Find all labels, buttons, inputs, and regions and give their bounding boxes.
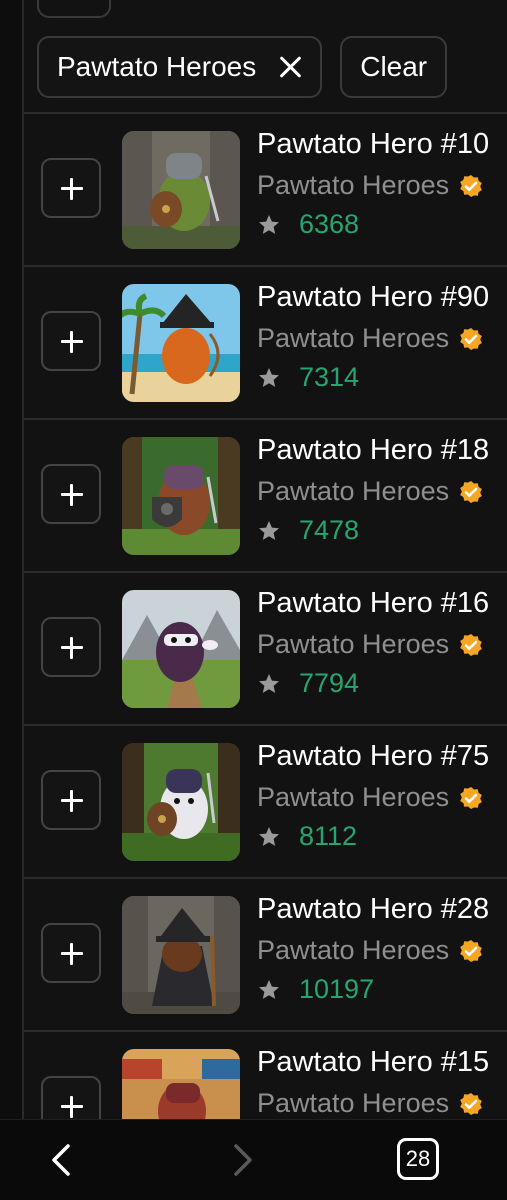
star-icon: [259, 367, 279, 387]
star-icon: [259, 520, 279, 540]
nft-thumbnail[interactable]: [122, 284, 240, 402]
collection-name: Pawtato Heroes: [257, 1088, 450, 1118]
item-collection: Pawtato Heroes: [257, 629, 483, 660]
rank-value: 7478: [299, 515, 360, 545]
star-icon: [259, 214, 279, 234]
tab-switcher-button[interactable]: 28: [397, 1138, 439, 1180]
list-item[interactable]: Pawtato Hero #28 Pawtato Heroes 10197: [24, 879, 507, 1032]
plus-icon[interactable]: [41, 158, 101, 218]
filter-row: Pawtato Heroes Clear: [37, 36, 507, 98]
browser-bottom-bar: 28: [0, 1119, 507, 1200]
plus-icon[interactable]: [41, 311, 101, 371]
chevron-left-icon[interactable]: [40, 1138, 84, 1182]
nft-list: Pawtato Hero #10 Pawtato Heroes 6368 Paw…: [24, 112, 507, 1122]
rank-value: 8112: [299, 821, 358, 851]
nft-thumbnail[interactable]: [122, 590, 240, 708]
rarity-rank: 7478: [257, 515, 359, 546]
item-title: Pawtato Hero #16: [257, 587, 490, 619]
collapsed-control[interactable]: [37, 0, 111, 18]
list-item[interactable]: Pawtato Hero #15 Pawtato Heroes: [24, 1032, 507, 1122]
item-title: Pawtato Hero #15: [257, 1046, 490, 1078]
item-title: Pawtato Hero #18: [257, 434, 490, 466]
left-rail: [0, 0, 24, 1120]
nft-thumbnail[interactable]: [122, 131, 240, 249]
close-icon[interactable]: [278, 55, 302, 79]
collection-filter-chip[interactable]: Pawtato Heroes: [37, 36, 323, 98]
plus-icon[interactable]: [41, 770, 101, 830]
item-title: Pawtato Hero #90: [257, 281, 490, 313]
nft-thumbnail[interactable]: [122, 437, 240, 555]
verified-badge-icon: [460, 786, 482, 809]
plus-icon[interactable]: [41, 464, 101, 524]
plus-icon[interactable]: [41, 617, 101, 677]
rank-value: 10197: [299, 974, 375, 1004]
plus-icon[interactable]: [41, 923, 101, 983]
clear-filters-button[interactable]: Clear: [340, 36, 448, 98]
verified-badge-icon: [460, 1092, 482, 1115]
filter-chip-label: Pawtato Heroes: [57, 51, 257, 82]
item-title: Pawtato Hero #10: [257, 128, 490, 160]
star-icon: [259, 826, 279, 846]
item-title: Pawtato Hero #28: [257, 893, 490, 925]
list-item[interactable]: Pawtato Hero #75 Pawtato Heroes 8112: [24, 726, 507, 879]
rarity-rank: 7314: [257, 362, 359, 393]
collection-name: Pawtato Heroes: [257, 629, 450, 659]
verified-badge-icon: [460, 480, 482, 503]
verified-badge-icon: [460, 939, 482, 962]
collection-name: Pawtato Heroes: [257, 323, 450, 353]
rarity-rank: 7794: [257, 668, 359, 699]
list-item[interactable]: Pawtato Hero #18 Pawtato Heroes 7478: [24, 420, 507, 573]
item-collection: Pawtato Heroes: [257, 1088, 483, 1119]
star-icon: [259, 673, 279, 693]
item-collection: Pawtato Heroes: [257, 935, 483, 966]
rank-value: 7314: [299, 362, 360, 392]
list-item[interactable]: Pawtato Hero #16 Pawtato Heroes 7794: [24, 573, 507, 726]
item-collection: Pawtato Heroes: [257, 782, 483, 813]
clear-label: Clear: [360, 51, 428, 82]
item-collection: Pawtato Heroes: [257, 170, 483, 201]
collection-name: Pawtato Heroes: [257, 782, 450, 812]
item-collection: Pawtato Heroes: [257, 476, 483, 507]
chevron-right-icon[interactable]: [220, 1138, 264, 1182]
rank-value: 6368: [299, 209, 360, 239]
item-title: Pawtato Hero #75: [257, 740, 490, 772]
rank-value: 7794: [299, 668, 360, 698]
rarity-rank: 8112: [257, 821, 357, 852]
verified-badge-icon: [460, 174, 482, 197]
tab-count-value: 28: [405, 1146, 431, 1171]
list-item[interactable]: Pawtato Hero #10 Pawtato Heroes 6368: [24, 114, 507, 267]
collection-name: Pawtato Heroes: [257, 170, 450, 200]
rarity-rank: 10197: [257, 974, 374, 1005]
rarity-rank: 6368: [257, 209, 359, 240]
star-icon: [259, 979, 279, 999]
verified-badge-icon: [460, 327, 482, 350]
nft-thumbnail[interactable]: [122, 743, 240, 861]
collection-name: Pawtato Heroes: [257, 476, 450, 506]
collection-name: Pawtato Heroes: [257, 935, 450, 965]
plus-icon[interactable]: [41, 1076, 101, 1122]
list-item[interactable]: Pawtato Hero #90 Pawtato Heroes 7314: [24, 267, 507, 420]
verified-badge-icon: [460, 633, 482, 656]
nft-thumbnail[interactable]: [122, 896, 240, 1014]
item-collection: Pawtato Heroes: [257, 323, 483, 354]
nft-thumbnail[interactable]: [122, 1049, 240, 1122]
